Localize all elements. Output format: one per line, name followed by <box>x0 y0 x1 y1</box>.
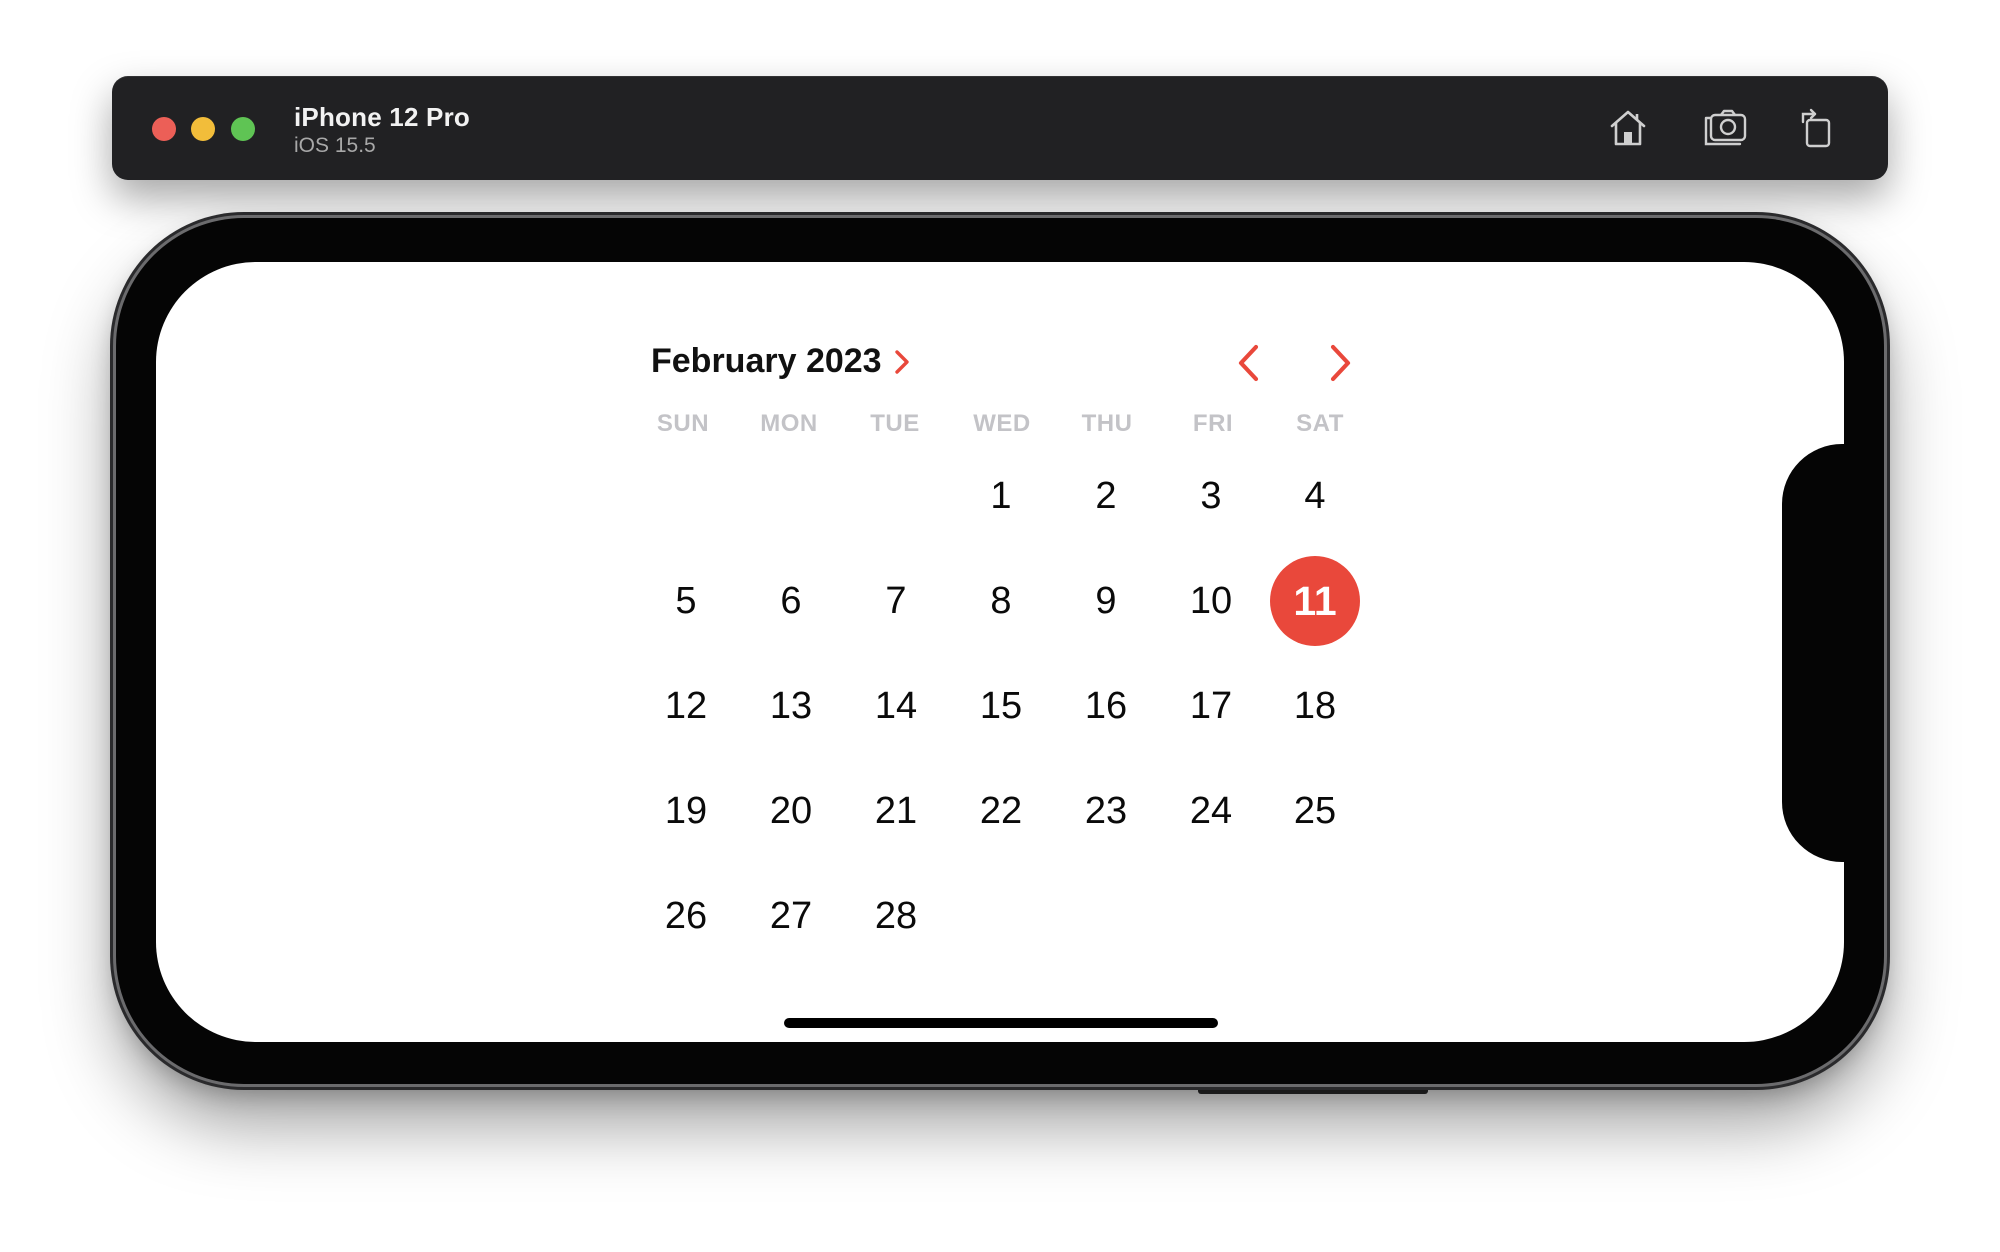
calendar-day[interactable]: 2 <box>1061 451 1151 541</box>
calendar-day[interactable]: 22 <box>956 766 1046 856</box>
home-icon <box>1610 110 1646 146</box>
calendar-day[interactable]: 8 <box>956 556 1046 646</box>
calendar-day[interactable]: 4 <box>1270 451 1360 541</box>
device-name: iPhone 12 Pro <box>294 102 470 132</box>
weekday-label: TUE <box>870 410 920 437</box>
device-screen <box>156 262 1844 1042</box>
calendar-day[interactable]: 6 <box>746 556 836 646</box>
calendar-day[interactable]: 28 <box>851 871 941 961</box>
camera-notch <box>1782 444 1846 862</box>
calendar-day[interactable]: 19 <box>641 766 731 856</box>
chevron-right-icon <box>1330 344 1351 382</box>
calendar-day[interactable]: 12 <box>641 661 731 751</box>
weekday-label: WED <box>973 410 1031 437</box>
weekday-label: FRI <box>1192 410 1234 437</box>
calendar-day[interactable]: 9 <box>1061 556 1151 646</box>
calendar-day[interactable]: 18 <box>1270 661 1360 751</box>
screenshot-button[interactable] <box>1702 104 1750 152</box>
weekday-label: MON <box>760 410 818 437</box>
simulator-titlebar: iPhone 12 Pro iOS 15.5 <box>112 76 1888 180</box>
calendar-day-selected[interactable]: 11 <box>1270 556 1360 646</box>
close-window-button[interactable] <box>152 117 176 141</box>
zoom-window-button[interactable] <box>231 117 255 141</box>
calendar-day[interactable]: 3 <box>1166 451 1256 541</box>
calendar-day[interactable]: 26 <box>641 871 731 961</box>
home-indicator[interactable] <box>784 1018 1218 1028</box>
weekday-label: SUN <box>656 410 710 437</box>
calendar-day[interactable]: 1 <box>956 451 1046 541</box>
calendar-day[interactable]: 15 <box>956 661 1046 751</box>
power-hardware-button <box>1198 1084 1428 1094</box>
calendar-day[interactable]: 24 <box>1166 766 1256 856</box>
minimize-window-button[interactable] <box>191 117 215 141</box>
month-label: February 2023 <box>651 342 882 380</box>
rotate-icon <box>1801 108 1831 148</box>
os-version: iOS 15.5 <box>294 134 376 157</box>
calendar-day[interactable]: 14 <box>851 661 941 751</box>
home-button[interactable] <box>1604 104 1652 152</box>
calendar-day[interactable]: 10 <box>1166 556 1256 646</box>
calendar-day[interactable]: 21 <box>851 766 941 856</box>
calendar-day[interactable]: 7 <box>851 556 941 646</box>
calendar-day[interactable]: 5 <box>641 556 731 646</box>
next-month-button[interactable] <box>1316 340 1362 386</box>
previous-month-button[interactable] <box>1227 340 1273 386</box>
calendar-day[interactable]: 20 <box>746 766 836 856</box>
weekday-label: THU <box>1081 410 1133 437</box>
chevron-right-icon <box>892 347 912 377</box>
calendar-day[interactable]: 25 <box>1270 766 1360 856</box>
calendar-day[interactable]: 23 <box>1061 766 1151 856</box>
calendar-day[interactable]: 27 <box>746 871 836 961</box>
rotate-button[interactable] <box>1793 104 1841 152</box>
month-year-picker-button[interactable]: February 2023 <box>651 342 912 381</box>
chevron-left-icon <box>1238 344 1259 382</box>
calendar-day[interactable]: 16 <box>1061 661 1151 751</box>
calendar-day[interactable]: 13 <box>746 661 836 751</box>
calendar-day[interactable]: 17 <box>1166 661 1256 751</box>
weekday-label: SAT <box>1296 410 1344 437</box>
screenshot-icon <box>1704 109 1747 146</box>
